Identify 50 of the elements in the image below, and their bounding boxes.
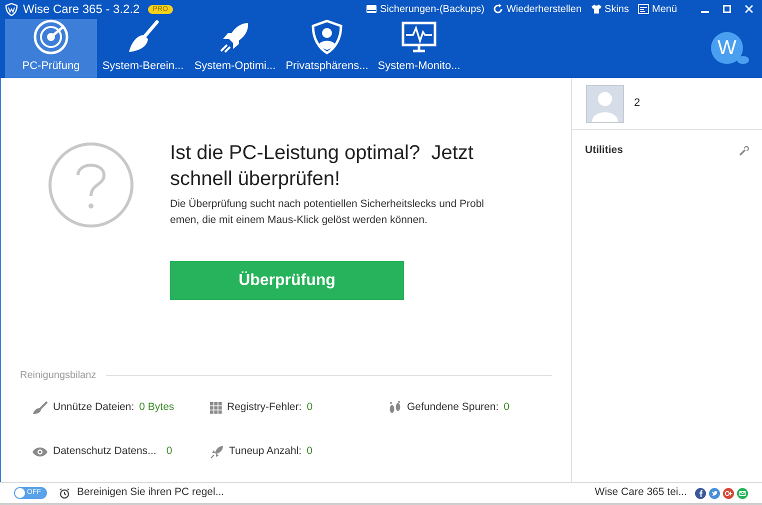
refresh-icon <box>493 4 504 14</box>
radar-icon <box>33 18 69 54</box>
stat-label: Registry-Fehler: <box>227 400 302 416</box>
share-text: Wise Care 365 tei... <box>594 485 687 500</box>
window-title: Wise Care 365 - 3.2.2 <box>23 1 140 18</box>
footprints-icon <box>388 401 402 415</box>
stat-value: 0 <box>306 400 313 416</box>
grid-icon <box>210 402 222 414</box>
user-count: 2 <box>634 96 640 112</box>
stat-label: Datenschutz Datens... <box>53 444 156 460</box>
user-placeholder-icon <box>586 84 624 122</box>
shield-icon <box>309 18 345 54</box>
top-menu-item[interactable]: Sicherungen-(Backups) <box>366 2 484 17</box>
top-menu-item[interactable]: Skins <box>590 2 629 17</box>
cloud-icon <box>737 55 749 64</box>
twitter-icon[interactable] <box>709 488 720 498</box>
section-title: Reinigungsbilanz <box>20 369 96 383</box>
main-heading: Ist die PC-Leistung optimal? Jetzt schnell überprüfen! <box>170 141 474 192</box>
rocket-icon <box>210 445 224 459</box>
stat-label: Tuneup Anzahl: <box>229 444 302 460</box>
description-text: Die Überprüfung sucht nach potentiellen Sicherheitslecks und Probl emen, die mit einem Maus-Klick gelöst werden können. <box>170 197 486 228</box>
stat-label: Unnütze Dateien: <box>53 400 134 416</box>
nav-tab[interactable]: Privatsphärens... <box>281 18 373 78</box>
top-menu-item[interactable]: Wiederherstellen <box>493 2 582 17</box>
nav-tab[interactable]: PC-Prüfung <box>5 18 97 78</box>
utilities-heading: Utilities <box>585 143 623 158</box>
nav-tab[interactable]: System-Berein... <box>97 18 189 78</box>
stat-value: 0 <box>166 444 172 460</box>
email-icon[interactable] <box>737 488 748 498</box>
wrench-icon[interactable] <box>739 146 749 156</box>
schedule-text: Bereinigen Sie ihren PC regel... <box>77 485 224 500</box>
stat-label: Gefundene Spuren: <box>407 400 499 416</box>
stat-value: 0 <box>504 400 510 416</box>
drive-icon <box>366 4 377 14</box>
app-logo-icon <box>5 2 18 16</box>
stat-value: 0 Bytes <box>139 400 174 416</box>
stat-value: 0 <box>306 444 312 460</box>
eye-icon <box>32 447 48 457</box>
shirt-icon <box>590 4 602 14</box>
facebook-icon[interactable] <box>695 488 706 498</box>
close-icon[interactable] <box>745 5 753 14</box>
nav-tab[interactable]: System-Monito... <box>373 18 465 78</box>
question-mark-icon <box>48 142 134 228</box>
top-menu-item[interactable]: Menü <box>638 2 677 17</box>
google-plus-icon[interactable] <box>723 488 734 498</box>
maximize-icon[interactable] <box>723 5 731 14</box>
alarm-clock-icon <box>59 488 70 498</box>
menu-icon <box>638 4 649 14</box>
nav-tab[interactable]: System-Optimi... <box>189 18 281 78</box>
broom-icon <box>32 401 48 415</box>
